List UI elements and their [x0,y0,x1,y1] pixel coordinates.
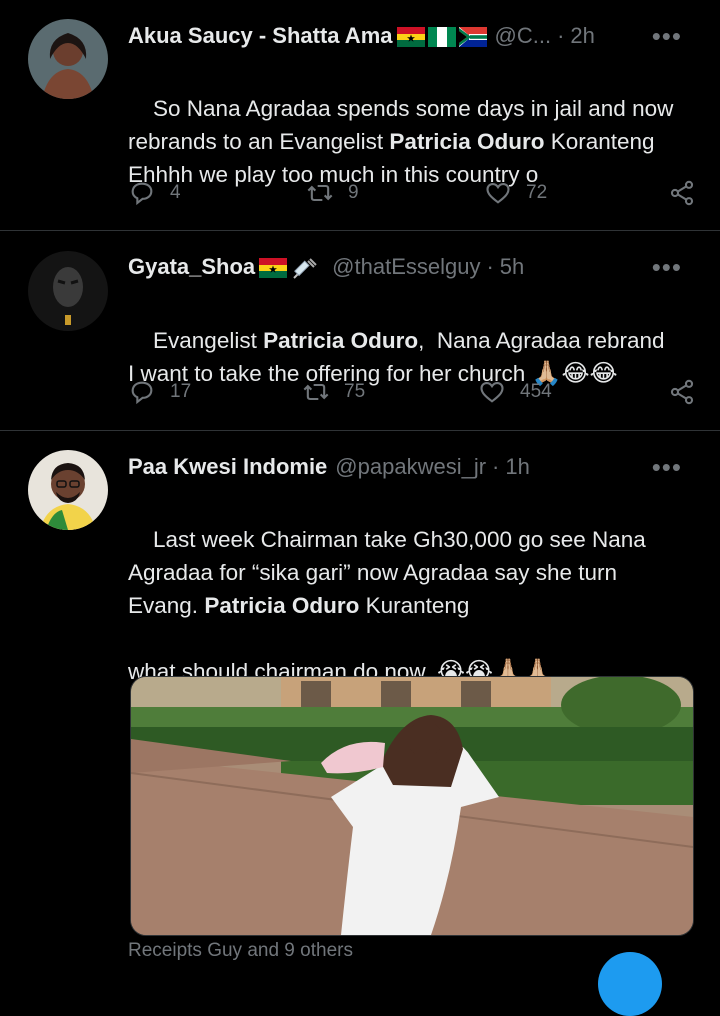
compose-button[interactable] [598,952,662,1016]
handle[interactable]: @C... [495,22,552,50]
retweet-icon [303,383,329,401]
tweet-actions: 17 75 454 [128,375,696,409]
text-part-bold[interactable]: Patricia Oduro [263,328,418,353]
separator: · [486,254,494,279]
like-count: 454 [520,381,552,402]
reply-button[interactable]: 4 [128,179,181,207]
timestamp[interactable]: 1h [505,453,529,481]
tweet-photo[interactable] [130,676,694,936]
ghana-flag-icon [259,257,288,278]
reply-count: 17 [170,381,192,402]
retweet-count: 9 [348,182,359,203]
heart-icon [486,182,510,204]
share-button[interactable] [668,179,696,207]
retweet-count: 75 [344,381,366,402]
like-button[interactable]: 454 [478,378,552,406]
handle[interactable]: @thatEsselguy [332,253,480,281]
retweet-button[interactable]: 9 [306,179,359,207]
retweet-icon [307,184,333,202]
more-options-icon[interactable]: ••• [652,453,682,481]
retweeted-by[interactable]: Receipts Guy and 9 others [128,940,353,962]
avatar-paa-kwesi[interactable] [28,450,108,530]
tweet-actions: 4 9 72 [128,176,696,210]
separator: · [492,454,500,479]
text-part-bold[interactable]: Patricia Oduro [204,593,359,618]
reply-count: 4 [170,182,181,203]
nigeria-flag-icon [427,26,456,47]
photo-image [131,677,693,935]
reply-button[interactable]: 17 [128,378,191,406]
retweet-button[interactable]: 75 [302,378,365,406]
reply-icon [131,381,153,405]
text-part-bold[interactable]: Patricia Oduro [389,129,544,154]
name-flags [259,257,318,279]
ghana-flag-icon [396,26,425,47]
syringe-icon [290,257,318,279]
more-options-icon[interactable]: ••• [652,253,682,281]
name-flags [396,26,487,47]
tweet-header: Paa Kwesi Indomie @papakwesi_jr · 1h ••• [128,453,696,481]
handle[interactable]: @papakwesi_jr [335,453,486,481]
text-part: Evangelist [153,328,264,353]
share-button[interactable] [668,378,696,406]
display-name[interactable]: Akua Saucy - Shatta Ama [128,22,393,50]
reply-icon [131,182,153,206]
tweet-1[interactable]: Akua Saucy - Shatta Ama @C... · 2h ••• S… [0,0,720,231]
timestamp[interactable]: 5h [500,253,524,281]
heart-icon [480,381,504,403]
more-options-icon[interactable]: ••• [652,22,682,50]
like-button[interactable]: 72 [484,179,547,207]
like-count: 72 [526,182,548,203]
south-africa-flag-icon [458,26,487,47]
separator: · [557,23,565,48]
share-icon [670,180,694,206]
tweet-header: Akua Saucy - Shatta Ama @C... · 2h ••• [128,22,696,50]
tweet-2[interactable]: Gyata_Shoa @thatEsselguy · 5h ••• Evange… [0,231,720,431]
display-name[interactable]: Gyata_Shoa [128,253,255,281]
avatar-gyata[interactable] [28,251,108,331]
display-name[interactable]: Paa Kwesi Indomie [128,453,327,481]
tweet-header: Gyata_Shoa @thatEsselguy · 5h ••• [128,253,696,281]
timestamp[interactable]: 2h [570,22,594,50]
share-icon [670,379,694,405]
avatar-akua[interactable] [28,19,108,99]
